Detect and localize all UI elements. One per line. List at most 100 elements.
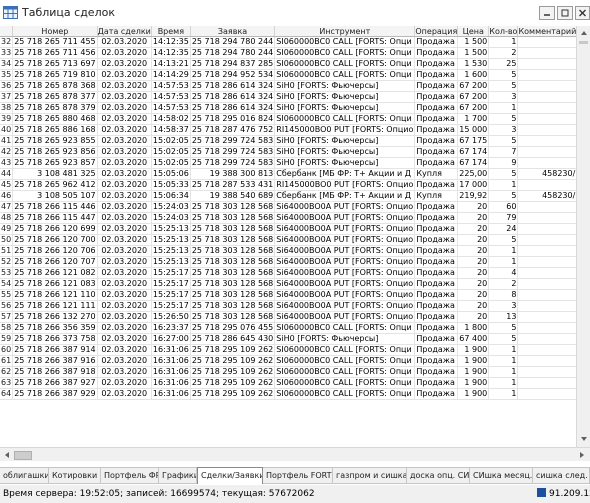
table-row[interactable]: 34 25 718 265 713 697 02.03.2020 14:13:21 25… (0, 58, 576, 70)
vertical-scroll-thumb[interactable] (579, 41, 588, 44)
table-row[interactable]: 35 25 718 265 719 810 02.03.2020 14:14:29 25… (0, 69, 576, 81)
column-header-number[interactable]: Номер (12, 26, 98, 37)
table-row[interactable]: 63 25 718 266 387 927 02.03.2020 16:31:06 25… (0, 377, 576, 389)
tab-gazprom-si[interactable]: газпром и сишка (333, 468, 407, 484)
cell-comment (517, 234, 576, 246)
cell-trade-number: 3 108 481 325 (12, 168, 98, 180)
table-row[interactable]: 44 3 108 481 325 02.03.2020 15:05:06 19 388 … (0, 168, 576, 180)
tab-portfolio-fr[interactable]: Портфель ФР (101, 468, 159, 484)
table-row[interactable]: 62 25 718 266 387 918 02.03.2020 16:31:06 25… (0, 366, 576, 378)
cell-trade-date: 02.03.2020 (97, 234, 152, 246)
server-address: 91.209.122 (549, 489, 590, 499)
column-header-operation[interactable]: Операция (414, 26, 459, 37)
tab-oblig[interactable]: облигашки (0, 468, 49, 484)
tab-si-next-quarter[interactable]: сишка след. кв (533, 468, 590, 484)
table-row[interactable]: 57 25 718 266 132 270 02.03.2020 15:26:50 25… (0, 311, 576, 323)
maximize-button[interactable] (557, 6, 573, 20)
table-row[interactable]: 56 25 718 266 121 111 02.03.2020 15:25:17 25… (0, 300, 576, 312)
cell-quantity: 5 (488, 333, 519, 345)
scroll-up-arrow-icon[interactable] (578, 27, 590, 39)
cell-order-number: 25 718 303 128 568 (190, 201, 276, 213)
tab-options-board[interactable]: доска опц. СИ (407, 468, 470, 484)
cell-trade-number: 25 718 266 387 929 (12, 388, 98, 400)
cell-order-number: 25 718 295 109 262 (190, 366, 276, 378)
column-header-index[interactable] (0, 26, 14, 37)
table-row[interactable]: 60 25 718 266 387 914 02.03.2020 16:31:06 25… (0, 344, 576, 356)
table-row[interactable]: 36 25 718 265 878 368 02.03.2020 14:57:53 25… (0, 80, 576, 92)
table-row[interactable]: 48 25 718 266 115 447 02.03.2020 15:24:03 25… (0, 212, 576, 224)
table-row[interactable]: 54 25 718 266 121 083 02.03.2020 15:25:17 25… (0, 278, 576, 290)
cell-trade-number: 25 718 266 356 359 (12, 322, 98, 334)
table-row[interactable]: 38 25 718 265 878 379 02.03.2020 14:57:53 25… (0, 102, 576, 114)
cell-trade-time: 15:05:06 (151, 168, 191, 180)
cell-operation: Продажа (414, 344, 459, 356)
table-row[interactable]: 51 25 718 266 120 706 02.03.2020 15:25:13 25… (0, 245, 576, 257)
vertical-scrollbar[interactable] (576, 26, 590, 447)
table-row[interactable]: 45 25 718 265 962 412 02.03.2020 15:05:33 25… (0, 179, 576, 191)
table-row[interactable]: 42 25 718 265 923 856 02.03.2020 15:02:05 25… (0, 146, 576, 158)
cell-trade-number: 25 718 265 878 379 (12, 102, 98, 114)
table-row[interactable]: 58 25 718 266 356 359 02.03.2020 16:23:37 25… (0, 322, 576, 334)
cell-trade-time: 15:25:13 (151, 256, 191, 268)
scroll-down-arrow-icon[interactable] (578, 433, 590, 445)
table-row[interactable]: 61 25 718 266 387 916 02.03.2020 16:31:06 25… (0, 355, 576, 367)
cell-row-index: 52 (0, 256, 14, 268)
table-row[interactable]: 59 25 718 266 373 758 02.03.2020 16:27:00 25… (0, 333, 576, 345)
tab-charts[interactable]: Графики (159, 468, 197, 484)
scroll-right-arrow-icon[interactable] (576, 449, 588, 461)
tab-si-month[interactable]: СИшка месяц. (470, 468, 533, 484)
minimize-button[interactable] (539, 6, 555, 20)
cell-order-number: 25 718 295 109 262 (190, 344, 276, 356)
trades-table-area[interactable]: Номер Дата сделки Время Заявка Инструмен… (0, 26, 576, 447)
cell-operation: Продажа (414, 146, 459, 158)
table-row[interactable]: 41 25 718 265 923 855 02.03.2020 15:02:05 25… (0, 135, 576, 147)
title-bar: Таблица сделок (0, 0, 590, 27)
connection-status[interactable]: 91.209.122 (537, 488, 590, 499)
tab-trades-orders[interactable]: Сделки/Заявки (197, 467, 263, 484)
cell-order-number: 25 718 295 016 824 (190, 113, 276, 125)
trades-table: Номер Дата сделки Время Заявка Инструмен… (0, 26, 576, 400)
table-row[interactable]: 39 25 718 265 880 468 02.03.2020 14:58:02 25… (0, 113, 576, 125)
column-header-date[interactable]: Дата сделки (97, 26, 152, 37)
table-row[interactable]: 55 25 718 266 121 110 02.03.2020 15:25:17 25… (0, 289, 576, 301)
cell-trade-number: 25 718 265 878 377 (12, 91, 98, 103)
close-button[interactable] (575, 6, 590, 20)
table-row[interactable]: 40 25 718 265 886 168 02.03.2020 14:58:37 25… (0, 124, 576, 136)
cell-price: 1 900 (457, 377, 490, 389)
cell-quantity: 5 (488, 168, 519, 180)
cell-price: 219,92 (457, 190, 490, 202)
table-row[interactable]: 50 25 718 266 120 700 02.03.2020 15:25:13 25… (0, 234, 576, 246)
cell-trade-date: 02.03.2020 (97, 377, 152, 389)
table-row[interactable]: 47 25 718 266 115 446 02.03.2020 15:24:03 25… (0, 201, 576, 213)
cell-quantity: 1 (488, 102, 519, 114)
table-row[interactable]: 49 25 718 266 120 699 02.03.2020 15:25:13 25… (0, 223, 576, 235)
table-row[interactable]: 43 25 718 265 923 857 02.03.2020 15:02:05 25… (0, 157, 576, 169)
cell-price: 20 (457, 289, 490, 301)
column-header-order[interactable]: Заявка (190, 26, 276, 37)
cell-comment (517, 256, 576, 268)
cell-operation: Купля (414, 168, 459, 180)
horizontal-scroll-thumb[interactable] (14, 451, 32, 460)
table-row[interactable]: 37 25 718 265 878 377 02.03.2020 14:57:53 25… (0, 91, 576, 103)
cell-trade-date: 02.03.2020 (97, 190, 152, 202)
tab-portfolio-forts[interactable]: Портфель FORTS (263, 468, 333, 484)
table-row[interactable]: 33 25 718 265 711 456 02.03.2020 14:12:35 25… (0, 47, 576, 59)
table-row[interactable]: 53 25 718 266 121 082 02.03.2020 15:25:17 25… (0, 267, 576, 279)
table-row[interactable]: 64 25 718 266 387 929 02.03.2020 16:31:06 25… (0, 388, 576, 400)
scroll-left-arrow-icon[interactable] (1, 449, 13, 461)
horizontal-scrollbar[interactable] (0, 447, 590, 461)
table-row[interactable]: 52 25 718 266 120 707 02.03.2020 15:25:13 25… (0, 256, 576, 268)
column-header-quantity[interactable]: Кол-во (488, 26, 519, 37)
cell-trade-time: 15:25:13 (151, 234, 191, 246)
cell-operation: Продажа (414, 47, 459, 59)
column-header-instrument[interactable]: Инструмент (274, 26, 416, 37)
column-header-time[interactable]: Время (151, 26, 191, 37)
cell-row-index: 44 (0, 168, 14, 180)
cell-trade-time: 15:26:50 (151, 311, 191, 323)
column-header-price[interactable]: Цена (457, 26, 490, 37)
tab-quotes[interactable]: Котировки (49, 468, 101, 484)
cell-trade-time: 14:14:29 (151, 69, 191, 81)
column-header-comment[interactable]: Комментарий (517, 26, 576, 37)
table-row[interactable]: 46 3 108 505 107 02.03.2020 15:06:34 19 388 … (0, 190, 576, 202)
table-row[interactable]: 32 25 718 265 711 455 02.03.2020 14:12:35 25… (0, 36, 576, 48)
